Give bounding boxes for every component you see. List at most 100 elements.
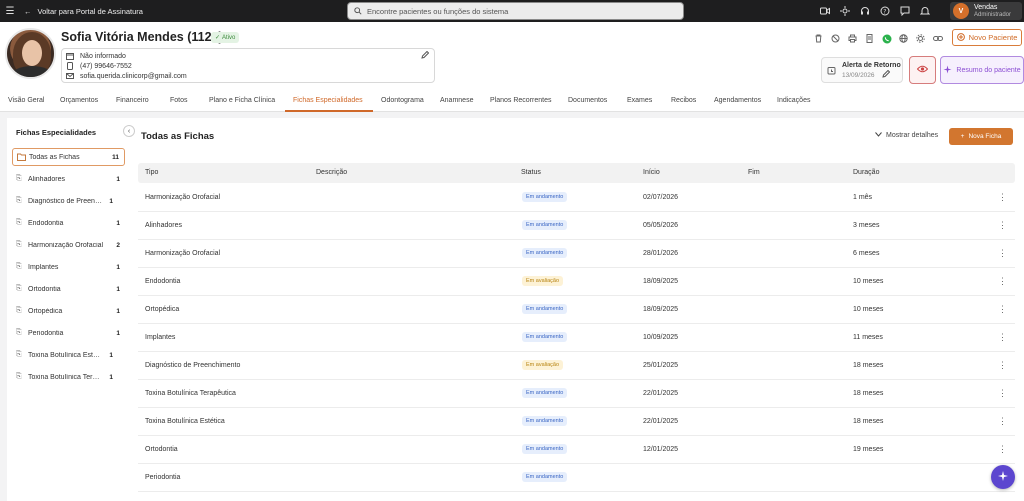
patient-contact-card: Não informado (47) 99646-7552 sofia.quer… bbox=[61, 48, 435, 83]
tab-fichas-especialidades[interactable]: Fichas Especialidades bbox=[293, 97, 363, 104]
sidebar-item-ortodontia[interactable]: ⎘ Ortodontia 1 bbox=[12, 280, 125, 298]
table-row[interactable]: Toxina Botulínica Estética Em andamento … bbox=[138, 408, 1015, 436]
bell-icon[interactable] bbox=[918, 4, 931, 17]
clipboard-icon: ⎘ bbox=[16, 263, 22, 270]
tab-recibos[interactable]: Recibos bbox=[671, 97, 696, 104]
video-icon[interactable] bbox=[818, 4, 831, 17]
more-icon[interactable]: ⋮ bbox=[998, 192, 1007, 203]
new-patient-button[interactable]: Novo Paciente bbox=[952, 29, 1022, 46]
summary-label: Resumo do paciente bbox=[956, 66, 1021, 74]
privacy-toggle-button[interactable] bbox=[909, 56, 936, 84]
edit-alert-icon[interactable] bbox=[882, 69, 891, 80]
more-icon[interactable]: ⋮ bbox=[998, 304, 1007, 315]
headset-icon[interactable] bbox=[858, 4, 871, 17]
sidebar-item-label: Harmonização Orofacial bbox=[28, 241, 104, 249]
table-row[interactable]: Harmonização Orofacial Em andamento 02/0… bbox=[138, 184, 1015, 212]
sidebar-item-endodontia[interactable]: ⎘ Endodontia 1 bbox=[12, 214, 125, 232]
more-icon[interactable]: ⋮ bbox=[998, 388, 1007, 399]
tab-anamnese[interactable]: Anamnese bbox=[440, 97, 473, 104]
collapse-sidebar-button[interactable]: ‹ bbox=[123, 125, 135, 137]
table-row[interactable]: Ortodontia Em andamento 12/01/2025 19 me… bbox=[138, 436, 1015, 464]
sidebar-item-harmonizacao[interactable]: ⎘ Harmonização Orofacial 2 bbox=[12, 236, 125, 254]
patient-header: Sofia Vitória Mendes (1120) ✓ Ativo Não … bbox=[0, 22, 1024, 92]
compass-icon[interactable] bbox=[838, 4, 851, 17]
tab-exames[interactable]: Exames bbox=[627, 97, 652, 104]
table-row[interactable]: Endodontia Em avaliação 18/09/2025 10 me… bbox=[138, 268, 1015, 296]
sidebar-item-label: Endodontia bbox=[28, 219, 64, 227]
patient-photo[interactable] bbox=[5, 28, 56, 79]
cell-tipo: Implantes bbox=[145, 334, 176, 341]
new-record-button[interactable]: + Nova Ficha bbox=[949, 128, 1013, 145]
tab-visao-geral[interactable]: Visão Geral bbox=[8, 97, 44, 104]
sidebar-item-todas[interactable]: Todas as Fichas 11 bbox=[12, 148, 125, 166]
sidebar-item-count: 1 bbox=[109, 351, 113, 359]
tab-fotos[interactable]: Fotos bbox=[170, 97, 188, 104]
tab-agendamentos[interactable]: Agendamentos bbox=[714, 97, 761, 104]
document-icon[interactable] bbox=[864, 33, 875, 44]
tab-financeiro[interactable]: Financeiro bbox=[116, 97, 149, 104]
tab-odontograma[interactable]: Odontograma bbox=[381, 97, 424, 104]
back-to-portal-link[interactable]: ← Voltar para Portal de Assinatura bbox=[24, 7, 143, 16]
chat-icon[interactable] bbox=[898, 4, 911, 17]
sidebar-item-alinhadores[interactable]: ⎘ Alinhadores 1 bbox=[12, 170, 125, 188]
sidebar-item-label: Periodontia bbox=[28, 329, 64, 337]
cell-duracao: 19 meses bbox=[853, 446, 884, 453]
print-icon[interactable] bbox=[847, 33, 858, 44]
more-icon[interactable]: ⋮ bbox=[998, 220, 1007, 231]
table-row[interactable]: Periodontia Em andamento bbox=[138, 464, 1015, 492]
status-badge: Em andamento bbox=[522, 388, 568, 398]
sidebar-item-diagnostico[interactable]: ⎘ Diagnóstico de Preenchimento 1 bbox=[12, 192, 125, 210]
status-badge: Em andamento bbox=[522, 472, 568, 482]
cell-inicio: 22/01/2025 bbox=[643, 418, 679, 425]
sidebar-item-periodontia[interactable]: ⎘ Periodontia 1 bbox=[12, 324, 125, 342]
alert-date: 13/09/2026 bbox=[842, 72, 875, 79]
sidebar-item-ortopedica[interactable]: ⎘ Ortopédica 1 bbox=[12, 302, 125, 320]
more-icon[interactable]: ⋮ bbox=[998, 248, 1007, 259]
table-row[interactable]: Toxina Botulínica Terapêutica Em andamen… bbox=[138, 380, 1015, 408]
sidebar-item-toxina-estetica[interactable]: ⎘ Toxina Botulínica Estética 1 bbox=[12, 346, 125, 364]
show-details-toggle[interactable]: Mostrar detalhes bbox=[875, 132, 938, 139]
table-row[interactable]: Alinhadores Em andamento 05/05/2026 3 me… bbox=[138, 212, 1015, 240]
edit-icon[interactable] bbox=[421, 50, 430, 61]
tab-orcamentos[interactable]: Orçamentos bbox=[60, 97, 98, 104]
user-menu[interactable]: V Vendas Administrador bbox=[950, 2, 1022, 20]
patient-summary-button[interactable]: Resumo do paciente bbox=[940, 56, 1024, 84]
clipboard-icon: ⎘ bbox=[16, 307, 22, 314]
sidebar-item-implantes[interactable]: ⎘ Implantes 1 bbox=[12, 258, 125, 276]
tab-planos-recorrentes[interactable]: Planos Recorrentes bbox=[490, 97, 551, 104]
alarm-icon bbox=[827, 66, 836, 77]
ai-assistant-button[interactable] bbox=[991, 465, 1015, 489]
whatsapp-icon[interactable] bbox=[881, 33, 892, 44]
table-row[interactable]: Diagnóstico de Preenchimento Em avaliaçã… bbox=[138, 352, 1015, 380]
tab-documentos[interactable]: Documentos bbox=[568, 97, 607, 104]
link-icon[interactable] bbox=[932, 33, 943, 44]
table-row[interactable]: Implantes Em andamento 10/09/2025 11 mes… bbox=[138, 324, 1015, 352]
specialties-sidebar: Fichas Especialidades Todas as Fichas 11… bbox=[7, 118, 130, 501]
return-alert[interactable]: Alerta de Retorno 13/09/2026 bbox=[821, 57, 903, 83]
menu-icon[interactable]: ☰ bbox=[0, 6, 20, 17]
sidebar-item-count: 1 bbox=[116, 329, 120, 337]
gear-icon[interactable] bbox=[915, 33, 926, 44]
more-icon[interactable]: ⋮ bbox=[998, 276, 1007, 287]
cell-inicio: 12/01/2025 bbox=[643, 446, 679, 453]
help-icon[interactable]: ? bbox=[878, 4, 891, 17]
table-row[interactable]: Ortopédica Em andamento 18/09/2025 10 me… bbox=[138, 296, 1015, 324]
cell-inicio: 18/09/2025 bbox=[643, 278, 679, 285]
more-icon[interactable]: ⋮ bbox=[998, 444, 1007, 455]
sidebar-item-toxina-terapeutica[interactable]: ⎘ Toxina Botulínica Terapêutica 1 bbox=[12, 368, 125, 386]
col-duracao: Duração bbox=[853, 169, 880, 176]
birth-value: Não informado bbox=[80, 52, 126, 60]
table-row[interactable]: Harmonização Orofacial Em andamento 28/0… bbox=[138, 240, 1015, 268]
trash-icon[interactable] bbox=[813, 33, 824, 44]
search-input[interactable]: Encontre pacientes ou funções do sistema bbox=[347, 2, 684, 20]
block-icon[interactable] bbox=[830, 33, 841, 44]
phone-value: (47) 99646-7552 bbox=[80, 62, 132, 70]
more-icon[interactable]: ⋮ bbox=[998, 360, 1007, 371]
globe-icon[interactable] bbox=[898, 33, 909, 44]
more-icon[interactable]: ⋮ bbox=[998, 332, 1007, 343]
tab-indicacoes[interactable]: Indicações bbox=[777, 97, 810, 104]
status-badge: Em andamento bbox=[522, 444, 568, 454]
more-icon[interactable]: ⋮ bbox=[998, 416, 1007, 427]
tab-plano-ficha-clinica[interactable]: Plano e Ficha Clínica bbox=[209, 97, 275, 104]
eye-icon bbox=[916, 65, 929, 75]
